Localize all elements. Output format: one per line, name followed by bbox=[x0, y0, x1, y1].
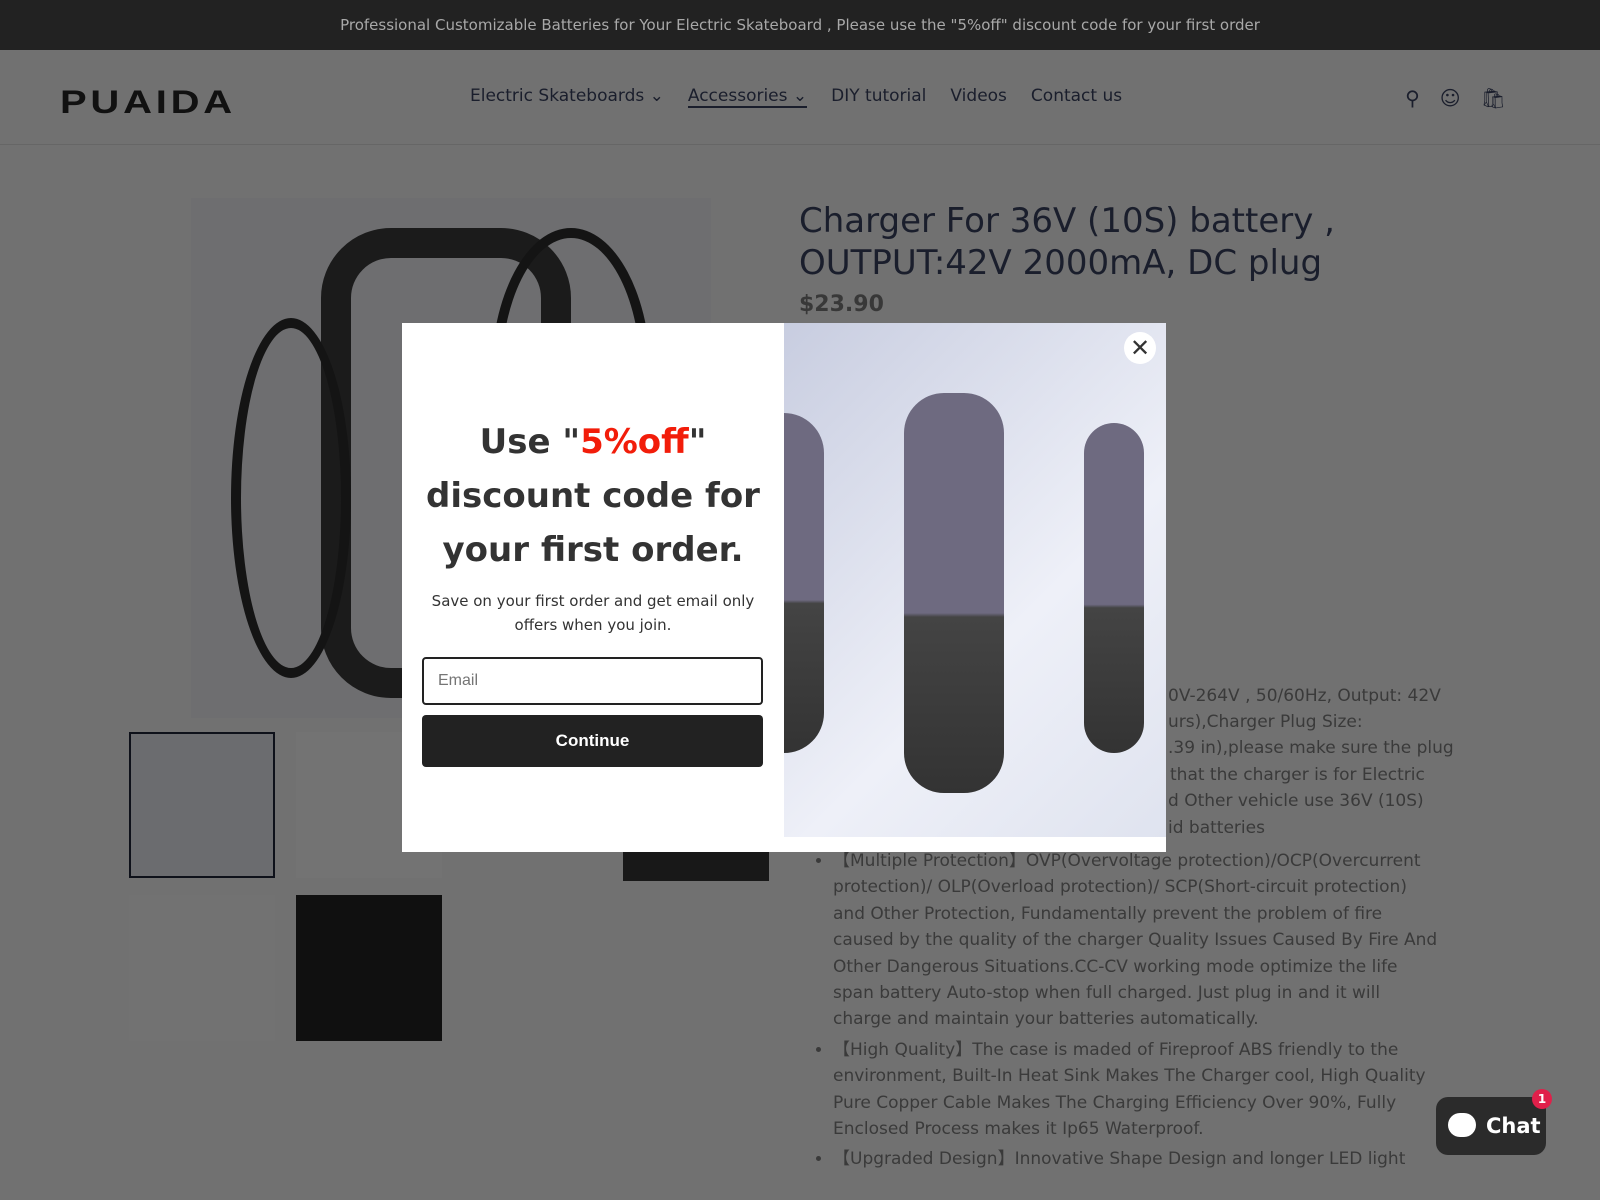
product-title: Charger For 36V (10S) battery , OUTPUT:4… bbox=[799, 201, 1335, 283]
description-fragment: urs),Charger Plug Size: bbox=[1168, 712, 1363, 732]
nav-accessories[interactable]: Accessories ⌄ bbox=[687, 86, 808, 108]
chat-bubble-icon bbox=[1448, 1113, 1476, 1137]
nav-electric-skateboards[interactable]: Electric Skateboards ⌄ bbox=[470, 86, 664, 108]
list-item: 【High Quality】The case is maded of Firep… bbox=[833, 1037, 1443, 1143]
list-item: 【Multiple Protection】OVP(Overvoltage pro… bbox=[833, 848, 1443, 1033]
chat-label: Chat bbox=[1486, 1114, 1541, 1138]
main-nav: Electric Skateboards ⌄ Accessories ⌄ DIY… bbox=[470, 86, 1122, 108]
popup-subtext: Save on your first order and get email o… bbox=[431, 592, 755, 634]
description-fragment: that the charger is for Electric bbox=[1170, 765, 1425, 785]
nav-contact-us[interactable]: Contact us bbox=[1031, 86, 1122, 108]
description-fragment: 0V-264V , 50/60Hz, Output: 42V bbox=[1168, 686, 1441, 706]
thumbnail-1[interactable] bbox=[129, 732, 275, 878]
discount-popup: Use "5%off" discount code for your first… bbox=[402, 323, 1166, 852]
chat-badge: 1 bbox=[1532, 1089, 1552, 1109]
close-icon[interactable]: ✕ bbox=[1124, 332, 1156, 364]
thumbnail-6[interactable] bbox=[296, 895, 442, 1041]
logo[interactable]: PUAIDA bbox=[60, 84, 236, 121]
description-list: 【Multiple Protection】OVP(Overvoltage pro… bbox=[813, 848, 1443, 1173]
thumbnail-5[interactable] bbox=[129, 895, 275, 1041]
product-price: $23.90 bbox=[799, 292, 884, 317]
popup-image: ✕ bbox=[784, 323, 1166, 837]
chat-button[interactable]: Chat 1 bbox=[1436, 1089, 1552, 1155]
announcement-bar: Professional Customizable Batteries for … bbox=[0, 0, 1600, 50]
search-icon[interactable]: ⚲ bbox=[1405, 86, 1420, 110]
popup-heading: Use "5%off" discount code for your first… bbox=[426, 422, 760, 570]
discount-code: 5%off bbox=[580, 422, 689, 462]
email-input[interactable] bbox=[422, 657, 763, 705]
continue-button[interactable]: Continue bbox=[422, 715, 763, 767]
description-fragment: d Other vehicle use 36V (10S) bbox=[1168, 791, 1424, 811]
nav-videos[interactable]: Videos bbox=[950, 86, 1007, 108]
list-item: 【Upgraded Design】Innovative Shape Design… bbox=[833, 1146, 1443, 1172]
cart-icon[interactable]: 🛍 bbox=[1481, 86, 1506, 110]
description-fragment: .39 in),please make sure the plug bbox=[1168, 738, 1454, 758]
site-header: PUAIDA Electric Skateboards ⌄ Accessorie… bbox=[0, 50, 1600, 145]
description-fragment: id batteries bbox=[1168, 818, 1265, 838]
nav-diy-tutorial[interactable]: DIY tutorial bbox=[831, 86, 926, 108]
account-icon[interactable]: ☺ bbox=[1440, 86, 1461, 110]
